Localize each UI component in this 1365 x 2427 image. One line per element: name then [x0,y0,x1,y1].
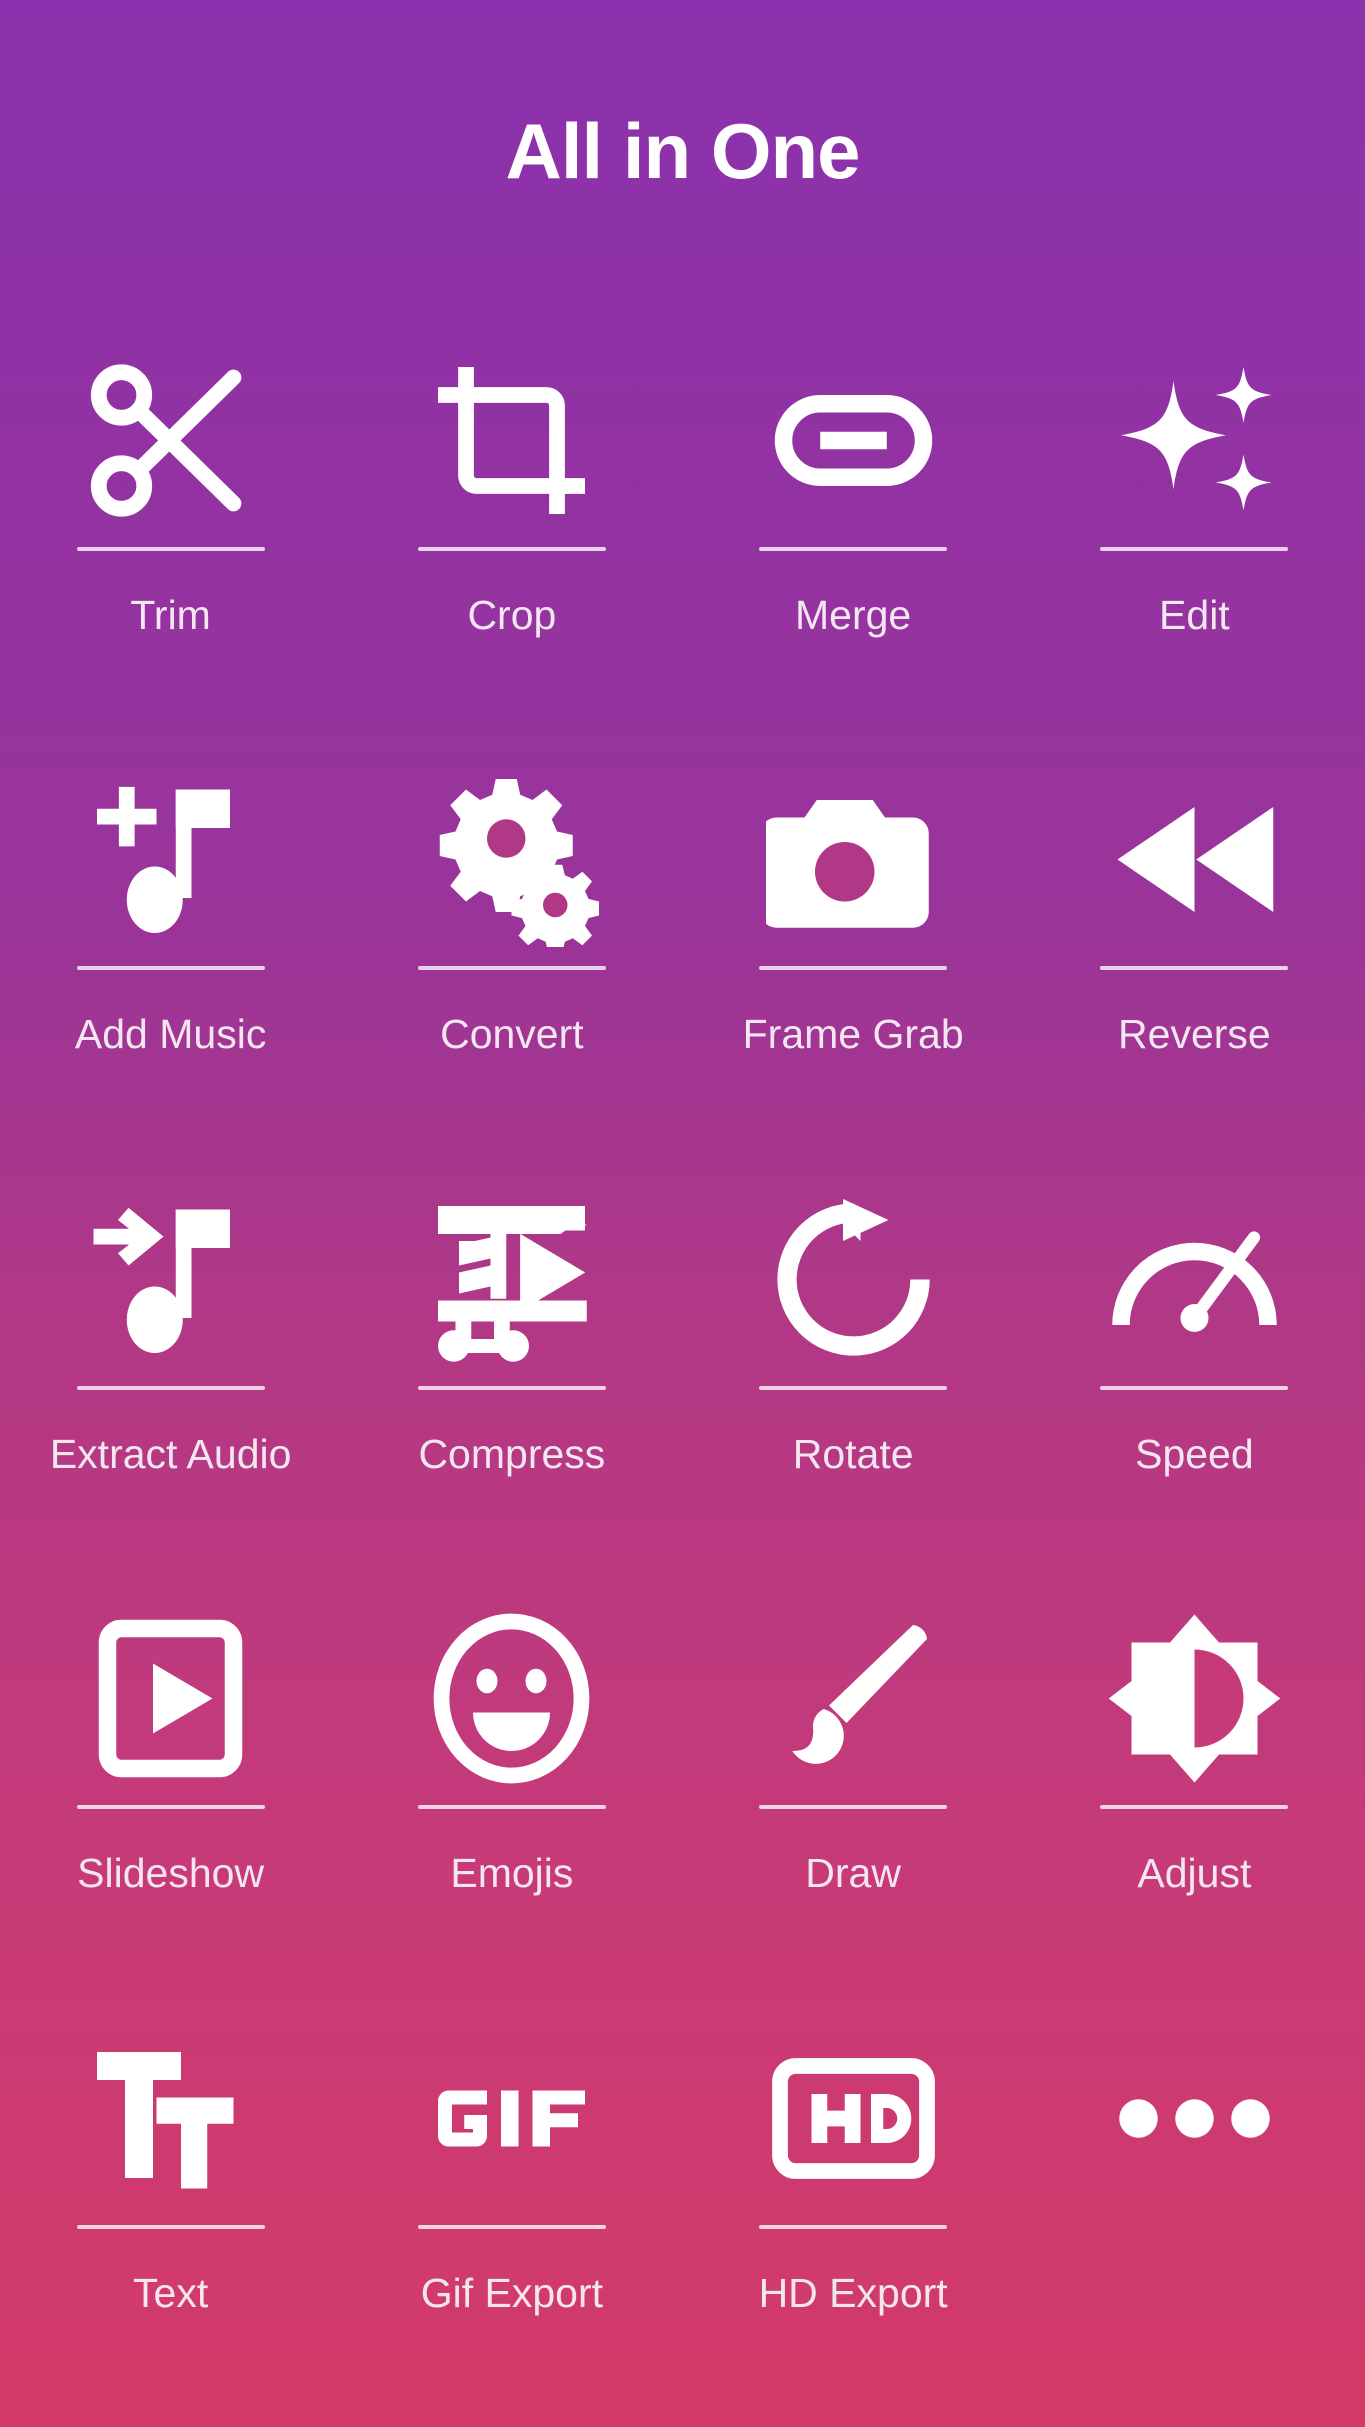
tool-tile-gif-export[interactable]: Gif Export [341,2008,682,2427]
tile-divider [759,2224,948,2229]
tool-tile-emojis[interactable]: Emojis [341,1588,682,2007]
gears-icon [419,767,604,952]
text-tt-icon [78,2026,263,2211]
gif-icon [419,2026,604,2211]
tool-tile-rotate[interactable]: Rotate [683,1169,1024,1588]
tool-tile-edit[interactable]: Edit [1024,330,1365,749]
tool-label: Edit [1159,592,1230,638]
tool-label: Slideshow [77,1850,265,1897]
tool-tile-crop[interactable]: Crop [341,330,682,749]
tile-divider [759,1805,948,1810]
tool-tile-draw[interactable]: Draw [683,1588,1024,2007]
tool-label: Adjust [1137,1850,1252,1897]
tool-tile-slideshow[interactable]: Slideshow [0,1588,341,2007]
rotate-icon [761,1187,946,1372]
tool-label: Convert [440,1011,584,1058]
tool-tile-merge[interactable]: Merge [683,330,1024,749]
rewind-icon [1102,767,1287,952]
camera-icon [761,767,946,952]
tool-label: Speed [1135,1430,1254,1477]
tool-tile-extract-audio[interactable]: Extract Audio [0,1169,341,1588]
extract-audio-icon [78,1187,263,1372]
tool-tile-compress[interactable]: Compress [341,1169,682,1588]
tile-divider [1100,966,1289,971]
sparkles-icon [1102,348,1287,533]
slideshow-icon [78,1606,263,1791]
tool-label: Trim [130,592,211,638]
page-title: All in One [505,107,860,195]
tile-divider [417,966,606,971]
tool-tile-add-music[interactable]: Add Music [0,749,341,1168]
tool-tile-text[interactable]: Text [0,2008,341,2427]
smiley-icon [419,1606,604,1791]
tool-label: Reverse [1118,1011,1271,1058]
tile-divider [417,1805,606,1810]
tool-tile-trim[interactable]: Trim [0,330,341,749]
tool-label: Add Music [74,1011,267,1058]
crop-icon [419,348,604,533]
paintbrush-icon [761,1606,946,1791]
tool-tile-reverse[interactable]: Reverse [1024,749,1365,1168]
tile-divider [76,547,265,551]
tile-divider [417,1385,606,1390]
tool-tile-hd-export[interactable]: HD Export [683,2008,1024,2427]
tool-label: Emojis [450,1850,574,1897]
tile-divider [417,547,606,551]
brightness-icon [1102,1606,1287,1791]
tool-tile-convert[interactable]: Convert [341,749,682,1168]
compress-icon [419,1187,604,1372]
tool-label: Draw [805,1850,901,1897]
tool-tile-adjust[interactable]: Adjust [1024,1588,1365,2007]
tile-divider [417,2224,606,2229]
tool-label: Extract Audio [49,1430,292,1477]
tile-divider [759,547,948,551]
tile-divider [1100,1805,1289,1810]
speedometer-icon [1102,1187,1287,1372]
tool-tile-more[interactable] [1024,2008,1365,2427]
tool-label: Rotate [792,1430,914,1477]
all-in-one-screen: All in One Trim Crop Merge Edit Add Musi… [0,0,1365,2427]
tool-label: Crop [467,592,557,638]
tile-divider [76,1805,265,1810]
tool-label: Merge [795,592,912,638]
tool-label: Frame Grab [742,1011,964,1058]
hd-icon [761,2026,946,2211]
tool-label: Text [133,2269,209,2316]
tool-tile-speed[interactable]: Speed [1024,1169,1365,1588]
tile-divider [759,1385,948,1390]
tools-grid: Trim Crop Merge Edit Add Music Convert F… [0,330,1365,2427]
tile-divider [1100,1385,1289,1390]
tile-divider [1100,547,1289,551]
tool-label: Compress [418,1430,606,1477]
tool-label: Gif Export [420,2269,604,2316]
tile-divider [759,966,948,971]
link-chain-icon [761,348,946,533]
tile-divider [76,966,265,971]
tile-divider [76,2224,265,2229]
tile-divider [76,1385,265,1390]
tool-tile-frame-grab[interactable]: Frame Grab [683,749,1024,1168]
tool-label: HD Export [758,2269,948,2316]
scissors-icon [78,348,263,533]
more-dots-icon [1102,2026,1287,2211]
add-music-note-icon [78,767,263,952]
